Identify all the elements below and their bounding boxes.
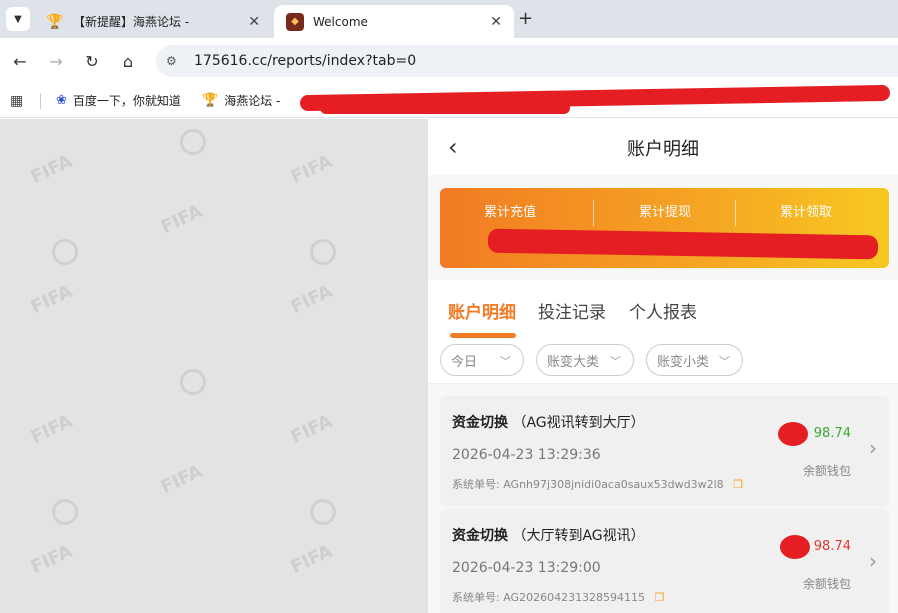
close-icon[interactable]: ✕ [490,14,502,30]
redaction-scribble [778,422,808,446]
order-number: AG202604231328594115 [503,591,646,604]
divider [593,200,594,226]
record-time: 2026-04-23 13:29:00 [452,560,601,576]
tab-title: Welcome [313,14,368,29]
record-type: 资金切换 [452,528,508,544]
record-wallet: 余额钱包 [802,577,851,591]
reload-icon[interactable]: ↻ [80,49,104,73]
baidu-paw-icon: ❀ [56,93,67,108]
record-time: 2026-04-23 13:29:36 [452,447,601,463]
bookmark-baidu[interactable]: ❀ 百度一下，你就知道 [56,92,181,109]
bookmark-label: 海燕论坛 - [224,94,281,108]
copy-icon[interactable]: ❐ [655,591,665,604]
summary-label-deposit: 累计充值 [483,205,536,220]
bookmarks-bar: ▦ ❀ 百度一下，你就知道 🏆 海燕论坛 - [0,84,898,118]
order-number: AGnh97j308jnidi0aca0saux53dwd3w2l8 [503,478,724,491]
new-tab-button[interactable]: + [518,8,533,29]
apps-grid-icon[interactable]: ▦ [10,93,23,109]
summary-card: 累计充值 累计提现 累计领取 [440,188,889,268]
tab-bet-records[interactable]: 投注记录 [538,298,606,323]
filter-label: 账变小类 [657,354,710,370]
record-amount: 98.74 [813,426,851,441]
url-text: 175616.cc/reports/index?tab=0 [194,53,417,69]
record-title: 资金切换 （大厅转到AG视讯） [452,525,645,545]
tab-personal-report[interactable]: 个人报表 [629,298,697,323]
record-order: 系统单号: AGnh97j308jnidi0aca0saux53dwd3w2l8… [452,476,743,492]
redaction-scribble [320,102,570,114]
site-settings-icon[interactable]: ⚙ [166,54,184,68]
browser-tab-forum[interactable]: 🏆 【新提醒】海燕论坛 - ✕ [34,5,272,38]
chevron-right-icon: › [869,549,877,573]
browser-tab-welcome[interactable]: ◆ Welcome ✕ [274,5,514,38]
account-details-panel: ‹ 账户明细 累计充值 累计提现 累计领取 账户明细 投注记录 个人报表 今日 … [428,119,898,613]
summary-label-withdraw: 累计提现 [638,205,691,220]
bookmark-label: 百度一下，你就知道 [72,94,181,108]
order-label: 系统单号: [452,478,500,491]
record-subtitle: （AG视讯转到大厅） [512,415,645,431]
page-title: 账户明细 [627,139,699,160]
app-header: ‹ 账户明细 [428,119,898,175]
record-subtitle: （大厅转到AG视讯） [512,528,645,544]
summary-label-claimed: 累计领取 [779,205,832,220]
close-icon[interactable]: ✕ [248,14,260,30]
home-icon[interactable]: ⌂ [116,49,140,73]
bookmark-forum[interactable]: 🏆 海燕论坛 - [202,92,280,109]
redaction-scribble [780,535,810,559]
redaction-scribble [487,228,879,260]
record-amount: 98.74 [813,539,851,554]
background-pattern: FIFA FIFA FIFA FIFA FIFA FIFA FIFA FIFA … [0,119,428,613]
list-item[interactable]: 资金切换 （大厅转到AG视讯） 2026-04-23 13:29:00 系统单号… [440,509,889,613]
chevron-down-icon: ﹀ [719,355,730,368]
record-type: 资金切换 [452,415,508,431]
report-tabs: 账户明细 投注记录 个人报表 [428,280,898,340]
record-order: 系统单号: AG202604231328594115 ❐ [452,589,664,605]
filter-label: 今日 [451,354,478,370]
trophy-icon: 🏆 [46,13,64,30]
tab-account-details[interactable]: 账户明细 [448,298,516,323]
tab-title: 【新提醒】海燕论坛 - [73,15,190,29]
tab-search-dropdown-icon[interactable]: ▼ [6,7,30,31]
category-filter-dropdown[interactable]: 账变大类 ﹀ [536,344,634,376]
copy-icon[interactable]: ❐ [733,478,743,491]
date-filter-dropdown[interactable]: 今日 ﹀ [440,344,524,376]
trophy-icon: 🏆 [202,93,219,108]
address-bar[interactable]: ⚙ 175616.cc/reports/index?tab=0 [156,45,898,77]
chevron-right-icon: › [869,436,877,460]
record-title: 资金切换 （AG视讯转到大厅） [452,412,645,432]
chevron-down-icon: ﹀ [610,355,621,368]
forward-arrow-icon[interactable]: → [44,49,68,73]
divider [40,93,41,109]
filter-bar: 今日 ﹀ 账变大类 ﹀ 账变小类 ﹀ [428,340,898,384]
active-tab-indicator [450,333,516,338]
filter-label: 账变大类 [547,354,600,370]
order-label: 系统单号: [452,591,500,604]
browser-toolbar: ← → ↻ ⌂ ⚙ 175616.cc/reports/index?tab=0 [0,38,898,84]
subcategory-filter-dropdown[interactable]: 账变小类 ﹀ [646,344,743,376]
tab-strip: ▼ 🏆 【新提醒】海燕论坛 - ✕ ◆ Welcome ✕ + [0,0,898,38]
chevron-down-icon: ﹀ [500,355,511,368]
record-wallet: 余额钱包 [802,464,851,478]
back-arrow-icon[interactable]: ← [8,49,32,73]
list-item[interactable]: 资金切换 （AG视讯转到大厅） 2026-04-23 13:29:36 系统单号… [440,396,889,506]
app-logo-icon: ◆ [286,12,304,31]
